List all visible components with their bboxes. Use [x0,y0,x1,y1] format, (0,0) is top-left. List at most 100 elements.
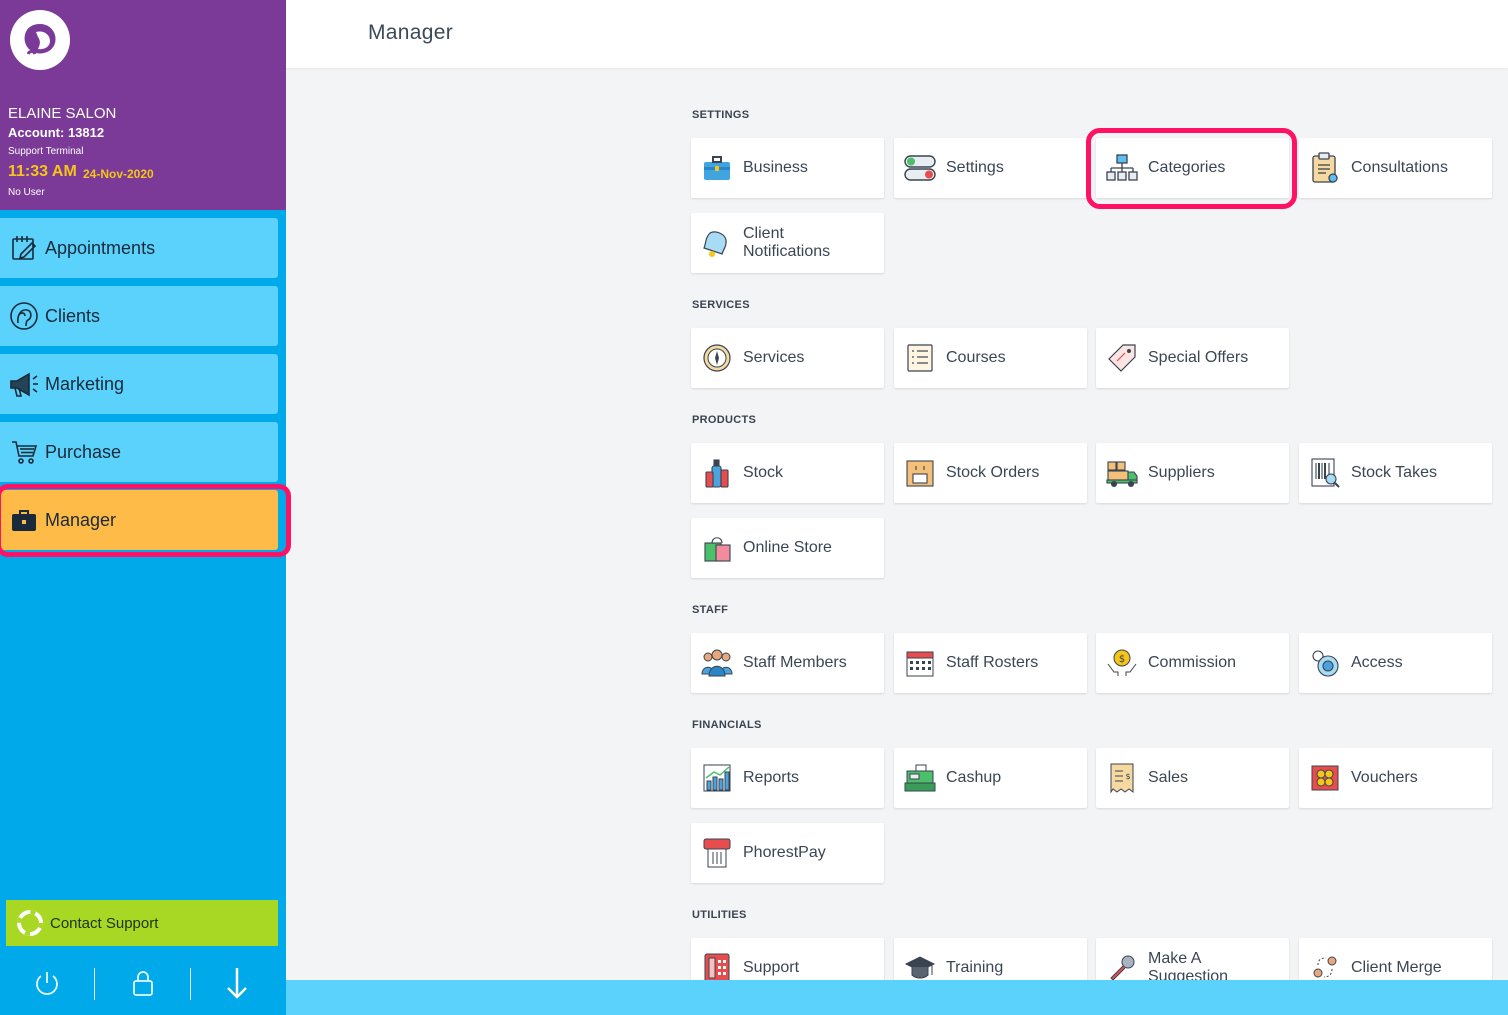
toggle-icon [904,152,936,184]
compass-icon [701,342,733,374]
nav-item-appointments[interactable]: Appointments [0,218,278,278]
current-user: No User [8,187,45,198]
top-bar: Manager [286,0,1508,68]
tile-label: Staff Members [743,654,847,671]
briefcase-icon [701,152,733,184]
cart-icon [6,434,42,470]
nav-item-marketing[interactable]: Marketing [0,354,278,414]
tile-label: Training [946,959,1004,976]
lifebuoy-icon [16,909,44,937]
section-title-settings: SETTINGS [692,109,750,121]
megaphone-icon [6,366,42,402]
tile-label: Sales [1148,769,1189,786]
tile-label: Cashup [946,769,1002,786]
tile-suppliers[interactable]: Suppliers [1096,443,1289,503]
tile-label: Consultations [1351,159,1448,176]
tile-label: Suppliers [1148,464,1215,481]
section-title-services: SERVICES [692,299,750,311]
client-head-icon [6,298,42,334]
tile-label: Vouchers [1351,769,1418,786]
terminal-name: Support Terminal [8,146,84,157]
tile-reports[interactable]: Reports [691,748,884,808]
tile-services[interactable]: Services [691,328,884,388]
tile-stock-takes[interactable]: Stock Takes [1299,443,1492,503]
svg-text:$: $ [1125,772,1130,781]
section-title-financials: FINANCIALS [692,719,762,731]
tile-label: Reports [743,769,800,786]
bell-icon [701,227,733,259]
nav-item-clients[interactable]: Clients [0,286,278,346]
clock-time: 11:33 AM [8,163,77,180]
shopping-bag-icon [701,532,733,564]
tile-staff-members[interactable]: Staff Members [691,633,884,693]
nav-label: Clients [45,305,101,326]
bar-chart-icon [701,762,733,794]
clipboard-icon [1309,152,1341,184]
tile-special-offers[interactable]: Special Offers [1096,328,1289,388]
key-fob-icon [1309,647,1341,679]
sidebar-header: ELAINE SALON Account: 13812 Support Term… [0,0,286,210]
section-title-products: PRODUCTS [692,414,757,426]
tile-label: Client Notifications [743,225,831,260]
tile-vouchers[interactable]: Vouchers [1299,748,1492,808]
tile-label: Online Store [743,539,832,556]
tile-client-notifications[interactable]: Client Notifications [691,213,884,273]
tile-label: Business [743,159,808,176]
bottom-bar [286,980,1508,1015]
arrow-down-icon [224,966,250,1005]
tile-label: Stock Takes [1351,464,1437,481]
tile-courses[interactable]: Courses [894,328,1087,388]
download-button[interactable] [217,965,257,1005]
tile-cashup[interactable]: Cashup [894,748,1087,808]
tile-stock[interactable]: Stock [691,443,884,503]
people-group-icon [701,647,733,679]
tile-label: Support [743,959,800,976]
tile-label: Settings [946,159,1004,176]
tile-commission[interactable]: $ Commission [1096,633,1289,693]
account-number: Account: 13812 [8,125,105,140]
section-title-utilities: UTILITIES [692,909,747,921]
calendar-edit-icon [6,230,42,266]
clock-date: 24-Nov-2020 [83,167,154,181]
list-icon [904,342,936,374]
tile-label: Stock [743,464,784,481]
tile-consultations[interactable]: Consultations [1299,138,1492,198]
tile-label: Access [1351,654,1403,671]
lock-icon [131,968,155,1003]
tile-business[interactable]: Business [691,138,884,198]
barcode-search-icon [1309,457,1341,489]
nav-label: Appointments [45,237,156,258]
tile-label: Staff Rosters [946,654,1039,671]
tile-label: Stock Orders [946,464,1040,481]
divider [190,968,191,1000]
section-title-staff: STAFF [692,604,729,616]
tile-staff-rosters[interactable]: Staff Rosters [894,633,1087,693]
highlight-annotation [1086,128,1297,209]
tile-sales[interactable]: $ Sales [1096,748,1289,808]
app-logo [10,10,70,70]
gift-voucher-icon [1309,762,1341,794]
price-tag-icon [1106,342,1138,374]
tile-label: Special Offers [1148,349,1249,366]
card-terminal-icon [701,837,733,869]
page-title: Manager [368,21,453,44]
tile-settings[interactable]: Settings [894,138,1087,198]
tile-label: PhorestPay [743,844,826,861]
sidebar: ELAINE SALON Account: 13812 Support Term… [0,0,291,1015]
lock-button[interactable] [123,965,163,1005]
contact-support-button[interactable]: Contact Support [6,900,278,946]
nav-item-purchase[interactable]: Purchase [0,422,278,482]
divider [94,968,95,1000]
tile-phorestpay[interactable]: PhorestPay [691,823,884,883]
svg-text:$: $ [1119,654,1125,665]
calendar-grid-icon [904,647,936,679]
tile-online-store[interactable]: Online Store [691,518,884,578]
tile-label: Client Merge [1351,959,1442,976]
tile-stock-orders[interactable]: Stock Orders [894,443,1087,503]
tile-access[interactable]: Access [1299,633,1492,693]
power-button[interactable] [27,965,67,1005]
nav-label: Purchase [45,441,122,462]
power-icon [32,968,62,1003]
highlight-annotation [0,484,291,557]
bottles-icon [701,457,733,489]
